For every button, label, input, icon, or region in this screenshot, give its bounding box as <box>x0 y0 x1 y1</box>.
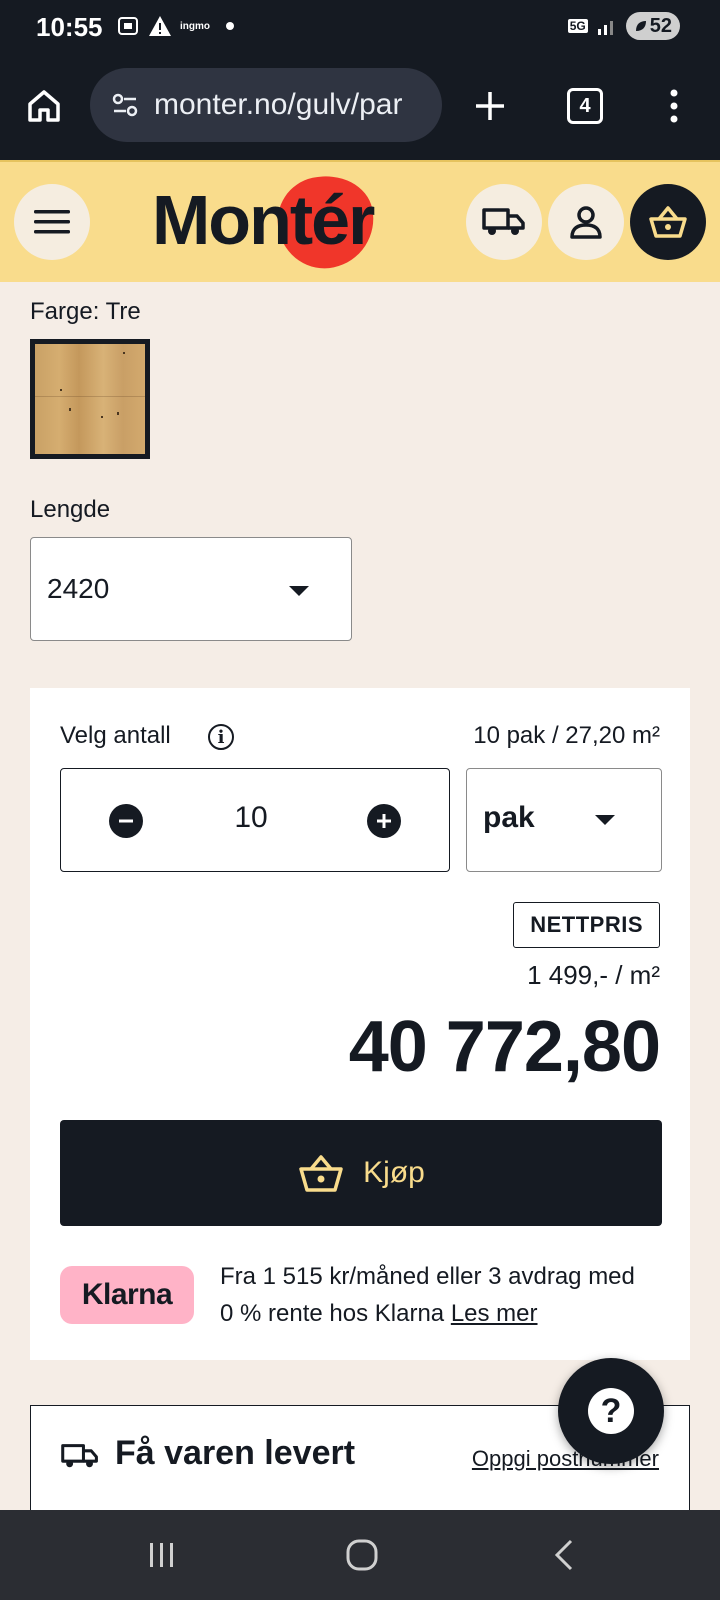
truck-icon <box>61 1444 98 1468</box>
logo-text: Montér <box>152 181 375 259</box>
home-nav-button[interactable] <box>332 1530 392 1580</box>
chevron-down-icon <box>595 815 615 825</box>
recents-icon <box>150 1543 173 1567</box>
wood-knot <box>117 412 119 415</box>
tabs-icon: 4 <box>567 88 603 124</box>
plus-icon <box>476 92 504 120</box>
plus-circle-icon[interactable] <box>367 804 401 838</box>
status-time: 10:55 <box>36 12 103 42</box>
browser-menu-button[interactable] <box>644 76 704 136</box>
account-button[interactable] <box>548 184 624 260</box>
status-right: 5G 52 <box>567 12 680 40</box>
net-price-badge: NETTPRIS <box>513 902 660 948</box>
klarna-logo-text: Klarna <box>81 1278 173 1311</box>
site-settings-icon[interactable] <box>108 87 144 123</box>
menu-icon <box>34 210 70 234</box>
wood-knot <box>69 408 71 411</box>
carrier-label: ingmo <box>180 20 210 32</box>
unit-price: 1 499,- / m² <box>527 960 660 990</box>
delivery-button[interactable] <box>466 184 542 260</box>
klarna-text: Fra 1 515 kr/måned eller 3 avdrag med 0 … <box>220 1263 635 1327</box>
montér-logo[interactable]: Montér <box>152 167 392 277</box>
purchase-card: Velg antall i 10 pak / 27,20 m² 10 pak N… <box>30 688 690 1360</box>
color-swatch-wood[interactable] <box>30 339 150 459</box>
status-bar: 10:55 ingmo 5G 52 <box>0 0 720 56</box>
home-icon <box>28 90 60 122</box>
browser-toolbar: monter.no/gulv/par 4 <box>0 56 720 160</box>
leaf-icon <box>635 21 646 31</box>
battery-indicator: 52 <box>625 12 680 40</box>
tab-switcher-button[interactable]: 4 <box>555 76 615 136</box>
cart-button[interactable] <box>630 184 706 260</box>
wood-knot <box>101 416 103 418</box>
site-header: Montér <box>0 160 720 282</box>
unit-value: pak <box>483 801 535 834</box>
klarna-read-more-link[interactable]: Les mer <box>451 1300 538 1327</box>
buy-button[interactable]: Kjøp <box>60 1120 662 1226</box>
total-price: 40 772,80 <box>348 1007 661 1087</box>
length-value: 2420 <box>47 573 110 604</box>
quantity-label: Velg antall <box>60 722 171 749</box>
quantity-stepper: 10 <box>60 768 450 872</box>
quantity-summary: 10 pak / 27,20 m² <box>473 722 660 749</box>
chevron-down-icon <box>289 586 309 596</box>
home-circle-icon <box>346 1539 378 1571</box>
wood-knot <box>60 389 62 391</box>
wood-seam <box>35 396 145 397</box>
address-bar[interactable]: monter.no/gulv/par <box>90 68 442 142</box>
home-button[interactable] <box>14 76 74 136</box>
back-icon <box>554 1539 573 1571</box>
length-select[interactable]: 2420 <box>30 537 352 641</box>
recents-button[interactable] <box>132 1530 192 1580</box>
url-text: monter.no/gulv/par <box>154 88 403 121</box>
signal-icon <box>597 21 613 35</box>
unit-select[interactable]: pak <box>466 768 662 872</box>
more-vert-icon <box>670 89 678 123</box>
delivery-title: Få varen levert <box>115 1434 356 1472</box>
net-price-badge-label: NETTPRIS <box>530 912 643 937</box>
basket-icon <box>299 1155 343 1192</box>
battery-level: 52 <box>649 14 672 37</box>
help-icon: ? <box>588 1388 634 1434</box>
klarna-info: Fra 1 515 kr/måned eller 3 avdrag med 0 … <box>220 1258 640 1332</box>
menu-button[interactable] <box>14 184 90 260</box>
user-icon <box>570 206 602 239</box>
info-icon[interactable]: i <box>208 724 234 750</box>
back-button[interactable] <box>534 1530 594 1580</box>
length-label: Lengde <box>30 496 111 523</box>
screenshot-icon <box>118 17 138 35</box>
quantity-value[interactable]: 10 <box>211 801 291 835</box>
network-label: 5G <box>567 19 588 33</box>
basket-icon <box>649 206 687 238</box>
truck-icon <box>482 208 525 235</box>
new-tab-button[interactable] <box>460 76 520 136</box>
tab-count: 4 <box>579 94 591 117</box>
minus-icon[interactable] <box>109 804 143 838</box>
help-button[interactable]: ? <box>558 1358 664 1464</box>
buy-label: Kjøp <box>363 1156 425 1189</box>
warning-icon <box>149 16 171 36</box>
color-label: Farge: Tre <box>30 298 141 325</box>
dot-icon <box>226 22 234 30</box>
status-notifications: ingmo <box>116 14 234 38</box>
wood-knot <box>123 352 125 354</box>
klarna-logo: Klarna <box>60 1266 194 1324</box>
system-nav-bar <box>0 1510 720 1600</box>
